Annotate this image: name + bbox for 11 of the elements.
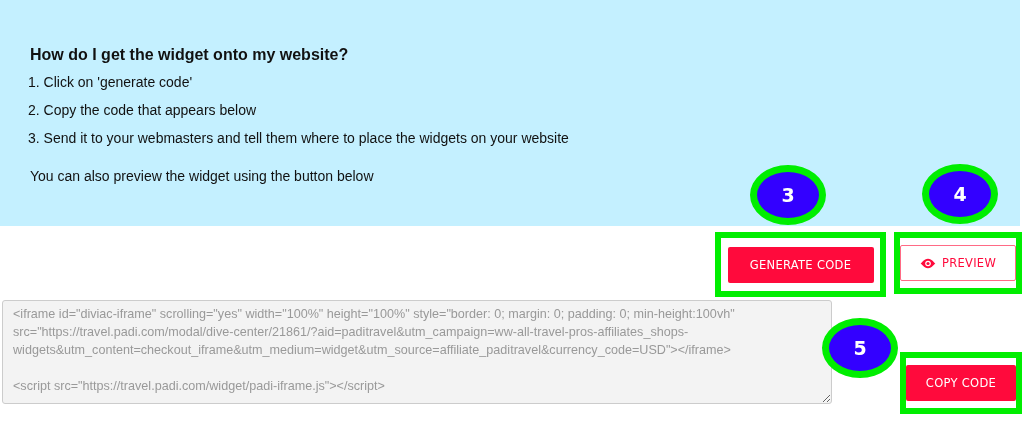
generate-code-button[interactable]: GENERATE CODE (727, 246, 874, 283)
step-text: 3. Send it to your webmasters and tell them where to place the widgets on your website (28, 130, 570, 147)
step-text: 1. Click on 'generate code' (28, 74, 194, 91)
eye-icon (919, 257, 936, 269)
step-text: 2. Copy the code that appears below (28, 102, 258, 119)
callout-badge: 5 (822, 318, 898, 378)
code-field[interactable]: <iframe id="diviac-iframe" scrolling="yes" width="100%" height="100%" style="border: 0; margin: 0; padding: 0; min-height:100vh" src="https://travel.padi.com/modal/dive-center/21861/?aid=paditravel&utm_campaign=ww-all-travel-pros-affiliates_shops-widgets&utm_content=checkout_iframe&utm_medium=widget&utm_source=affiliate_paditravel&currency_code=USD"></iframe> <script src="https://travel.padi.com/widget/padi-iframe.js"></script> (2, 300, 832, 404)
preview-button[interactable]: PREVIEW (900, 245, 1016, 281)
panel-heading: How do I get the widget onto my website? (30, 46, 350, 64)
copy-code-button[interactable]: COPY CODE (906, 365, 1016, 401)
note-text: You can also preview the widget using the button below (30, 168, 375, 184)
